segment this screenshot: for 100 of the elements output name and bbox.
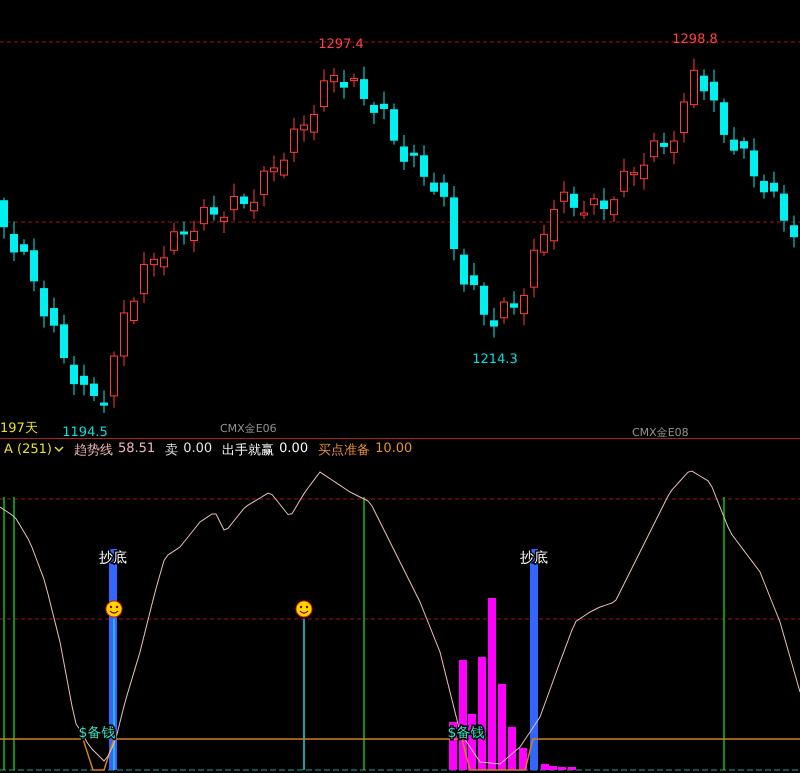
price-label: 1298.8 bbox=[672, 32, 718, 47]
candlestick bbox=[550, 199, 558, 250]
legend-label: 卖 bbox=[165, 442, 178, 458]
candlestick bbox=[60, 314, 68, 364]
histogram-bar bbox=[568, 767, 576, 770]
candlestick bbox=[640, 152, 648, 190]
candlestick bbox=[790, 215, 798, 248]
price-label: 1297.4 bbox=[318, 37, 364, 52]
candlestick bbox=[770, 171, 778, 198]
candlestick bbox=[290, 117, 298, 163]
candlestick bbox=[220, 210, 228, 234]
candlestick bbox=[160, 246, 168, 276]
candlestick bbox=[260, 165, 268, 207]
candlestick bbox=[270, 155, 278, 182]
candlestick bbox=[140, 251, 148, 304]
candlestick bbox=[210, 195, 218, 222]
candlestick bbox=[180, 221, 188, 246]
candlestick bbox=[370, 101, 378, 125]
candlestick bbox=[200, 198, 208, 232]
candlestick bbox=[670, 130, 678, 165]
candlestick bbox=[10, 221, 18, 262]
candlestick bbox=[20, 238, 28, 256]
candlestick bbox=[580, 200, 588, 220]
candlestick bbox=[680, 92, 688, 144]
candlestick bbox=[690, 58, 698, 109]
candlestick bbox=[720, 98, 728, 144]
candlestick bbox=[110, 351, 118, 408]
candlestick bbox=[340, 70, 348, 100]
legend-value: 58.51 bbox=[118, 440, 156, 458]
candlestick bbox=[440, 174, 448, 207]
candlestick bbox=[90, 376, 98, 402]
candlestick bbox=[530, 238, 538, 298]
candlestick bbox=[80, 364, 88, 396]
smiley-icon bbox=[296, 600, 312, 618]
indicator-name[interactable]: A (251) bbox=[4, 442, 52, 457]
candlestick bbox=[540, 224, 548, 257]
legend-value: 10.00 bbox=[375, 440, 412, 458]
candlestick bbox=[50, 297, 58, 334]
legend-label: 出手就赢 bbox=[222, 442, 274, 458]
candlestick bbox=[780, 184, 788, 232]
candlestick bbox=[70, 356, 78, 396]
candlestick bbox=[760, 174, 768, 200]
candlestick bbox=[430, 172, 438, 196]
candlestick bbox=[280, 152, 288, 179]
candlestick bbox=[360, 66, 368, 106]
candlestick bbox=[380, 91, 388, 120]
candlestick bbox=[560, 180, 568, 214]
candlestick bbox=[230, 183, 238, 221]
candlestick bbox=[300, 114, 308, 142]
candlestick bbox=[470, 262, 478, 291]
price-label: 1194.5 bbox=[62, 425, 108, 438]
candlestick bbox=[250, 188, 258, 220]
candlestick bbox=[480, 282, 488, 326]
histogram-bar bbox=[508, 727, 516, 770]
candlestick bbox=[0, 197, 8, 240]
period-label: 197天 bbox=[0, 421, 38, 436]
candlestick bbox=[170, 222, 178, 256]
candlestick bbox=[620, 158, 628, 198]
candlestick bbox=[240, 193, 248, 209]
candlestick bbox=[400, 134, 408, 170]
candlestick bbox=[650, 132, 658, 163]
candlestick bbox=[350, 73, 358, 88]
candlestick bbox=[310, 104, 318, 141]
candlestick bbox=[590, 193, 598, 216]
candlestick bbox=[710, 69, 718, 112]
contract-label: CMX金E06 bbox=[220, 422, 277, 435]
legend-value: 0.00 bbox=[279, 440, 308, 458]
candlestick bbox=[610, 196, 618, 222]
legend-label: 趋势线 bbox=[74, 442, 113, 458]
candlestick bbox=[320, 68, 328, 112]
candlestick bbox=[730, 126, 738, 156]
legend-value: 0.00 bbox=[183, 440, 212, 458]
candlestick bbox=[630, 166, 638, 186]
candlestick bbox=[750, 138, 758, 188]
candlestick bbox=[700, 68, 708, 101]
histogram-bar bbox=[519, 748, 527, 770]
candlestick bbox=[510, 290, 518, 316]
candlestick bbox=[120, 299, 128, 366]
smiley-icon bbox=[106, 600, 122, 618]
candlestick bbox=[570, 186, 578, 217]
candlestick bbox=[30, 238, 38, 292]
candlestick bbox=[490, 307, 498, 338]
candlestick bbox=[420, 144, 428, 186]
price-label: 1214.3 bbox=[472, 352, 518, 367]
legend-label: 买点准备 bbox=[318, 442, 370, 458]
chevron-down-icon[interactable] bbox=[54, 446, 64, 453]
candlestick bbox=[600, 188, 608, 221]
candlestick bbox=[460, 248, 468, 292]
candlestick bbox=[740, 136, 748, 160]
candlestick bbox=[330, 68, 338, 94]
candlestick bbox=[40, 280, 48, 328]
candlestick bbox=[520, 288, 528, 326]
candlestick bbox=[190, 220, 198, 253]
candlestick bbox=[390, 102, 398, 146]
candlestick bbox=[660, 132, 668, 155]
candlestick bbox=[100, 390, 108, 414]
contract-label: CMX金E08 bbox=[632, 426, 689, 438]
candlestick bbox=[150, 252, 158, 278]
candlestick bbox=[130, 296, 138, 324]
candlestick bbox=[500, 296, 508, 324]
